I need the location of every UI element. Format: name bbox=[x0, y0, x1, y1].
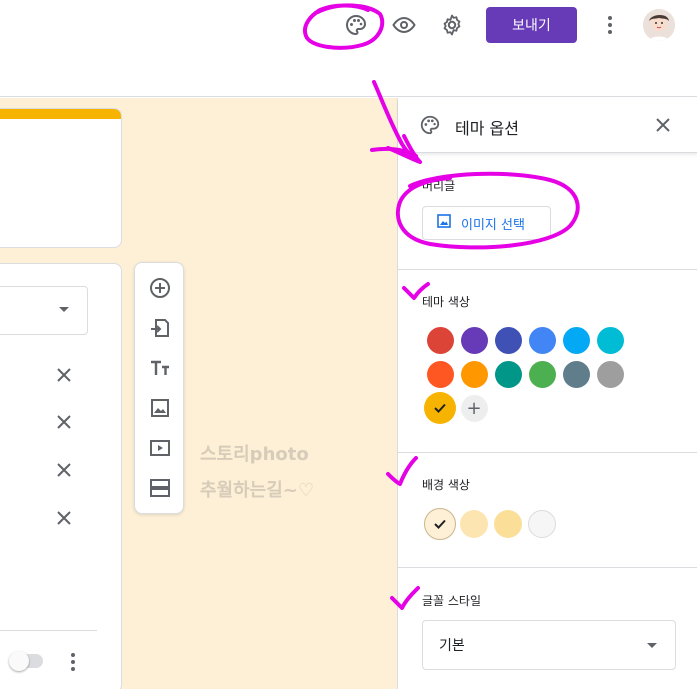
required-toggle[interactable] bbox=[9, 651, 43, 671]
background-color-swatch[interactable] bbox=[494, 510, 522, 538]
theme-color-label: 테마 색상 bbox=[422, 295, 470, 309]
more-vert-icon[interactable] bbox=[598, 10, 622, 40]
palette-icon bbox=[419, 114, 441, 136]
theme-color-swatch[interactable] bbox=[528, 326, 556, 354]
theme-color-swatch[interactable] bbox=[562, 360, 590, 388]
font-style-label: 글꼴 스타일 bbox=[422, 594, 482, 608]
header-section-label: 머리글 bbox=[422, 179, 456, 193]
remove-option-close-icon[interactable] bbox=[53, 411, 75, 433]
theme-color-swatch[interactable] bbox=[426, 360, 454, 388]
watermark-line-1: 스토리photo bbox=[200, 444, 309, 465]
theme-color-swatch[interactable] bbox=[596, 360, 624, 388]
close-icon[interactable] bbox=[652, 114, 674, 136]
import-questions-icon[interactable] bbox=[148, 316, 172, 340]
theme-color-swatch[interactable] bbox=[426, 326, 454, 354]
theme-color-swatch[interactable] bbox=[460, 326, 488, 354]
remove-option-close-icon[interactable] bbox=[53, 507, 75, 529]
remove-option-close-icon[interactable] bbox=[53, 364, 75, 386]
theme-color-swatch[interactable] bbox=[596, 326, 624, 354]
background-color-swatch[interactable] bbox=[460, 510, 488, 538]
gear-icon[interactable] bbox=[437, 10, 467, 40]
theme-color-swatch[interactable] bbox=[494, 326, 522, 354]
toggle-knob bbox=[9, 651, 29, 671]
add-custom-color-icon[interactable]: + bbox=[460, 394, 488, 422]
theme-color-swatch[interactable] bbox=[562, 326, 590, 354]
divider bbox=[0, 630, 97, 631]
question-card[interactable] bbox=[0, 263, 122, 689]
theme-color-swatch[interactable] bbox=[494, 360, 522, 388]
watermark-line-2: 추월하는길~♡ bbox=[200, 480, 315, 501]
font-style-dropdown[interactable]: 기본 bbox=[422, 620, 676, 670]
more-vert-icon[interactable] bbox=[63, 650, 83, 674]
form-canvas: 스토리photo 추월하는길~♡ bbox=[0, 98, 397, 689]
avatar[interactable] bbox=[643, 9, 675, 41]
background-color-label: 배경 색상 bbox=[422, 478, 470, 492]
select-image-label: 이미지 선택 bbox=[461, 217, 525, 233]
background-color-swatch[interactable] bbox=[528, 510, 556, 538]
eye-icon[interactable] bbox=[389, 10, 419, 40]
section-icon[interactable] bbox=[148, 476, 172, 500]
image-icon bbox=[437, 214, 451, 232]
chevron-down-icon bbox=[647, 643, 657, 648]
top-bar: 보내기 bbox=[0, 0, 697, 97]
select-image-button[interactable]: 이미지 선택 bbox=[422, 206, 551, 240]
chevron-down-icon bbox=[59, 307, 69, 312]
add-question-icon[interactable] bbox=[148, 276, 172, 300]
theme-options-panel: 테마 옵션 머리글 이미지 선택 테마 색상 + 배경 색상 글꼴 스타일 기본 bbox=[397, 98, 697, 689]
font-style-value: 기본 bbox=[439, 638, 465, 654]
theme-color-swatch[interactable] bbox=[528, 360, 556, 388]
theme-color-swatch[interactable] bbox=[460, 360, 488, 388]
accent-stripe bbox=[0, 109, 121, 119]
send-button[interactable]: 보내기 bbox=[486, 7, 577, 43]
video-icon[interactable] bbox=[148, 436, 172, 460]
panel-header: 테마 옵션 bbox=[398, 98, 697, 153]
divider bbox=[398, 452, 697, 453]
question-type-dropdown[interactable] bbox=[0, 286, 88, 335]
image-icon[interactable] bbox=[148, 396, 172, 420]
title-text-icon[interactable] bbox=[148, 356, 172, 380]
panel-title: 테마 옵션 bbox=[455, 119, 519, 138]
remove-option-close-icon[interactable] bbox=[53, 459, 75, 481]
palette-icon[interactable] bbox=[341, 10, 371, 40]
divider bbox=[398, 567, 697, 568]
background-color-swatch[interactable] bbox=[424, 508, 456, 540]
floating-toolbar bbox=[134, 262, 184, 514]
form-header-card[interactable] bbox=[0, 108, 122, 248]
divider bbox=[398, 269, 697, 270]
theme-color-swatch[interactable] bbox=[424, 392, 456, 424]
